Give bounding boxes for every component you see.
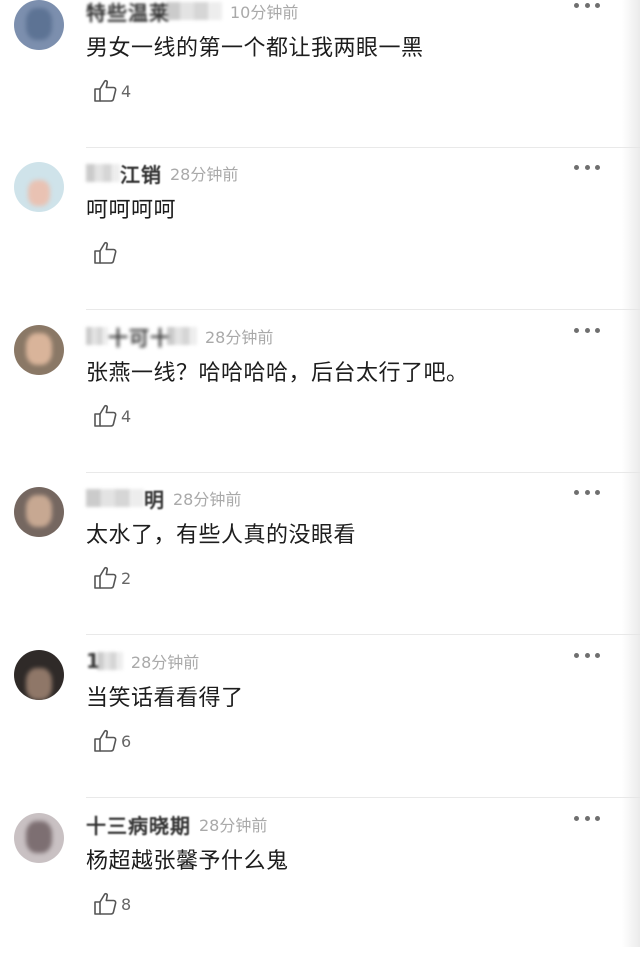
avatar[interactable]: [14, 487, 64, 537]
like-button[interactable]: 8: [92, 889, 131, 919]
username-mosaic: [166, 2, 222, 20]
comment-time: 28分钟前: [205, 328, 274, 347]
avatar-image: [28, 180, 50, 206]
username-mosaic: [86, 327, 108, 345]
comment-item: 十三病晓期 28分钟前 杨超越张馨予什么鬼 8: [0, 799, 640, 961]
comment-text: 张燕一线？哈哈哈哈，后台太行了吧。: [86, 361, 469, 386]
username[interactable]: 江销: [120, 159, 162, 188]
username[interactable]: 十三病晓期: [86, 810, 191, 839]
avatar-image: [26, 668, 52, 700]
avatar-image: [26, 333, 52, 365]
more-options-icon[interactable]: [574, 0, 600, 10]
thumbs-up-icon: [94, 566, 117, 589]
like-count: 4: [121, 81, 132, 101]
comment-header: 1 28分钟前: [86, 648, 199, 674]
comment-text: 呵呵呵呵: [86, 198, 177, 223]
comment-header: 明 28分钟前: [86, 484, 242, 513]
comment-list: 特些温莱 10分钟前 男女一线的第一个都让我两眼一黑 4 江销 28分钟前 呵呵…: [0, 0, 640, 947]
comment-item: 十可十 28分钟前 张燕一线？哈哈哈哈，后台太行了吧。 4: [0, 311, 640, 473]
divider: [86, 634, 640, 635]
comment-item: 1 28分钟前 当笑话看看得了 6: [0, 636, 640, 798]
comment-time: 28分钟前: [130, 653, 200, 672]
like-button[interactable]: [92, 238, 121, 268]
thumbs-up-icon: [94, 729, 117, 752]
comment-header: 十三病晓期 28分钟前: [86, 810, 268, 839]
more-options-icon[interactable]: [574, 325, 600, 335]
comment-header: 十可十 28分钟前: [86, 322, 274, 351]
like-count: 2: [121, 568, 132, 588]
like-count: 4: [121, 406, 132, 426]
avatar[interactable]: [14, 813, 64, 863]
username-mosaic: [96, 652, 123, 670]
avatar[interactable]: [14, 0, 64, 50]
avatar-image: [26, 495, 52, 527]
comment-time: 28分钟前: [173, 490, 242, 509]
comment-time: 28分钟前: [199, 816, 268, 835]
thumbs-up-icon: [94, 241, 117, 264]
divider: [86, 797, 640, 798]
avatar[interactable]: [14, 325, 64, 375]
comment-text: 男女一线的第一个都让我两眼一黑: [86, 36, 424, 61]
comment-text: 当笑话看看得了: [86, 686, 244, 711]
like-count: 6: [121, 731, 132, 751]
username-mosaic: [167, 327, 197, 345]
comment-text: 太水了，有些人真的没眼看: [86, 523, 357, 548]
comment-item: 江销 28分钟前 呵呵呵呵: [0, 148, 640, 310]
divider: [86, 309, 640, 310]
username[interactable]: 明: [144, 484, 165, 513]
username[interactable]: 特些温莱: [86, 0, 170, 26]
more-options-icon[interactable]: [574, 162, 600, 172]
avatar-image: [26, 821, 52, 853]
comment-time: 10分钟前: [230, 3, 299, 22]
comment-item: 特些温莱 10分钟前 男女一线的第一个都让我两眼一黑 4: [0, 0, 640, 148]
username[interactable]: 十可十: [108, 322, 171, 351]
username-mosaic: [86, 489, 144, 507]
like-button[interactable]: 4: [92, 76, 131, 106]
more-options-icon[interactable]: [574, 813, 600, 823]
thumbs-up-icon: [94, 79, 117, 102]
like-button[interactable]: 2: [92, 563, 131, 593]
avatar[interactable]: [14, 162, 64, 212]
username-mosaic: [86, 164, 120, 182]
avatar[interactable]: [14, 650, 64, 700]
comment-time: 28分钟前: [170, 165, 239, 184]
comment-header: 江销 28分钟前: [86, 159, 239, 188]
more-options-icon[interactable]: [574, 487, 600, 497]
thumbs-up-icon: [94, 404, 117, 427]
comment-item: 明 28分钟前 太水了，有些人真的没眼看 2: [0, 473, 640, 635]
comment-text: 杨超越张馨予什么鬼: [86, 849, 289, 874]
comment-header: 特些温莱 10分钟前: [86, 0, 299, 26]
like-count: 8: [121, 894, 132, 914]
avatar-image: [26, 8, 52, 40]
thumbs-up-icon: [94, 892, 117, 915]
like-button[interactable]: 6: [92, 726, 131, 756]
more-options-icon[interactable]: [574, 650, 600, 660]
like-button[interactable]: 4: [92, 401, 131, 431]
edge-shadow: [622, 0, 640, 947]
